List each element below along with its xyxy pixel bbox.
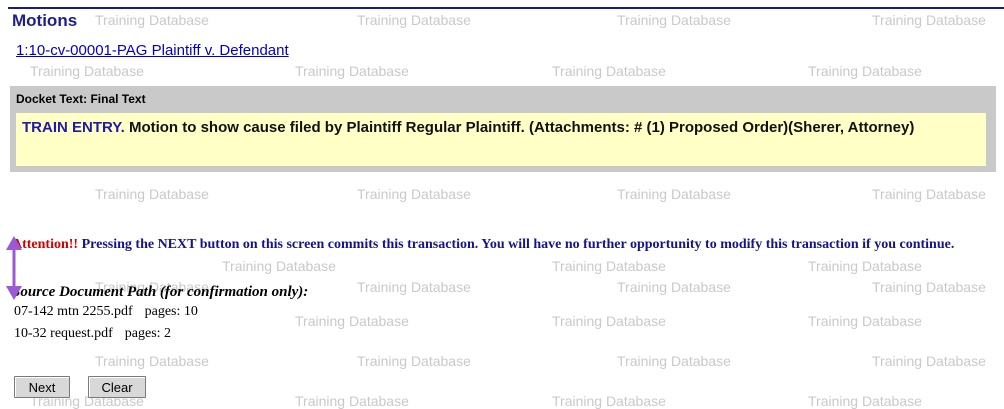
document-line: 10-32 request.pdf pages: 2 [14, 326, 171, 342]
document-file: 10-32 request.pdf [14, 326, 113, 341]
case-link[interactable]: 1:10-cv-00001-PAG Plaintiff v. Defendant [16, 42, 289, 59]
docket-entry-body: Motion to show cause filed by Plaintiff … [124, 119, 915, 136]
attention-warning: Attention!! [12, 237, 79, 252]
document-line: 07-142 mtn 2255.pdf pages: 10 [14, 304, 198, 320]
page-title: Motions [12, 11, 78, 30]
clear-button[interactable]: Clear [88, 376, 146, 398]
docket-text: TRAIN ENTRY. Motion to show cause filed … [16, 113, 986, 166]
document-file: 07-142 mtn 2255.pdf [14, 304, 133, 319]
docket-label: Docket Text: Final Text [16, 92, 146, 106]
next-button[interactable]: Next [14, 376, 70, 398]
document-pages: pages: 10 [144, 304, 198, 319]
document-pages: pages: 2 [124, 326, 172, 341]
attention-message: Attention!! Pressing the NEXT button on … [12, 233, 992, 257]
docket-entry-lead: TRAIN ENTRY. [22, 119, 125, 136]
page-content: Motions 1:10-cv-00001-PAG Plaintiff v. D… [0, 0, 1004, 406]
docket-box: Docket Text: Final Text TRAIN ENTRY. Mot… [10, 86, 996, 172]
source-path-title: Source Document Path (for confirmation o… [12, 284, 309, 300]
attention-text: Pressing the NEXT button on this screen … [78, 237, 955, 252]
